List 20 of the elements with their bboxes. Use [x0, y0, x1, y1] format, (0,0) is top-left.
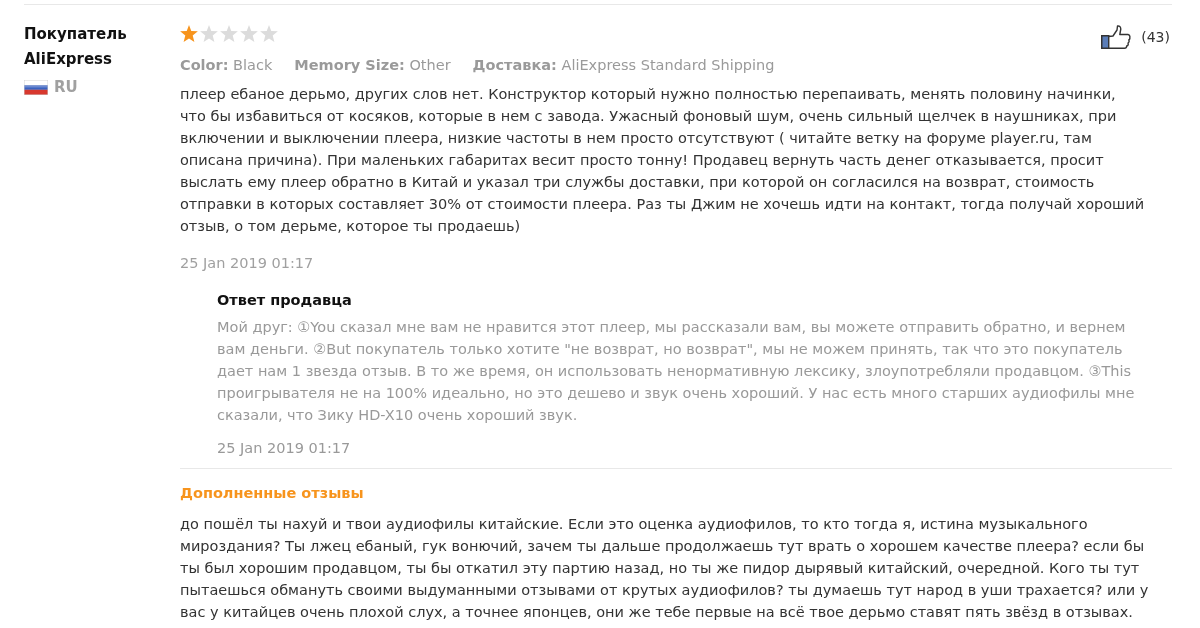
- reviewer-name: Покупатель AliExpress: [24, 24, 128, 70]
- star-icon: [220, 25, 238, 42]
- reply-date: 25 Jan 2019 01:17: [217, 439, 352, 458]
- section-heading: Дополненные отзывы: [180, 484, 365, 503]
- product-attribute: Color: Black: [180, 56, 273, 75]
- flag-icon: [24, 79, 48, 95]
- star-icon: [240, 25, 258, 42]
- country-code: RU: [54, 77, 78, 98]
- review-text: плеер ебаное дерьмо, других слов нет. Конструктор который нужно полностью перепаивать, менять половину начинки, что бы избавиться от косяков, которые в нем с завода. Ужасный фоновый шум, очень сильный щелчек в наушниках, при включении и выключении плеера, низкие частоты в нем просто отсутствуют ( читайте ветку на форуме player.ru, там описана причина). При маленьких габаритах весит просто тонну! Продавец вернуть часть денег отказывается, просит выслать ему плеер обратно в Китай и указал три службы доставки, при которой он согласился на возврат, стоимость отправки в которых составляет 30% от стоимости плеера. Раз ты Джим не хочешь идти на контакт, тогда получай хороший отзыв, о том дерьме, которое ты продаешь): [180, 85, 1146, 236]
- follow-up-text: до пошёл ты нахуй и твои аудиофилы китайские. Если это оценка аудиофилов, то кто тогда я, истина музыкального мироздания? Ты лжец ебаный, гук вонючий, зачем ты дальше продолжаешь тут врать о хорошем качестве плеера? если бы ты был хорошим продавцом, ты бы откатил эту партию назад, но ты же пидор дырявый китайский, очередной. Кого ты тут пытаешься обмануть своими выдуманными отзывами от крутых аудиофилов? ты думаешь тут народ в уши трахается? или у вас у китайцев очень плохой слух, а точнее японцев, они же тебе первые на всё твое дерьмо ставят пять звёзд в отзывах.: [180, 515, 1150, 622]
- thumbs-up-icon: [1101, 25, 1132, 49]
- reply-text: Мой друг: ①You сказал мне вам не нравится этот плеер, мы рассказали вам, вы можете отправить обратно, и вернем вам деньги. ②But покупатель только хотите "не возврат, но возврат", мы не можем принять, так что это покупатель дает нам 1 звезда отзыв. В то же время, он использовать ненормативную лексику, злоупотребляли продавцом. ③This проигрывателя не на 100% идеально, но это дешево и звук очень хороший. У нас есть много старших аудиофилы мне сказали, что Зику HD-X10 очень хороший звук.: [217, 318, 1136, 425]
- review-date: 25 Jan 2019 01:17: [180, 254, 315, 273]
- reply-heading: Ответ продавца: [217, 291, 353, 310]
- product-attribute: Доставка: AliExpress Standard Shipping: [472, 56, 775, 75]
- star-icon: [260, 25, 278, 42]
- like-button[interactable]: (43): [1101, 25, 1172, 49]
- star-icon: [180, 25, 198, 42]
- product-attribute: Memory Size: Other: [294, 56, 451, 75]
- star-icon: [200, 25, 218, 42]
